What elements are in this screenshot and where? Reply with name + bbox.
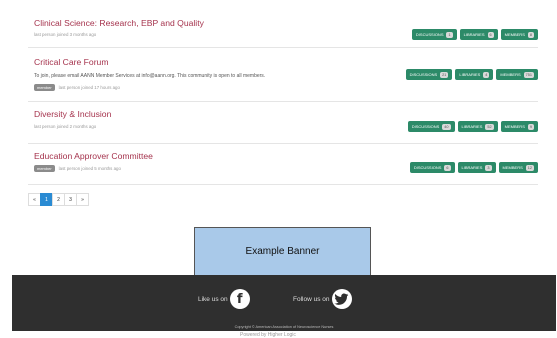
pagination: « 1 2 3 » xyxy=(28,193,89,206)
facebook-link[interactable]: Like us on f xyxy=(198,289,250,309)
community-actions: DISCUSSIONS 1 LIBRARIES 6 MEMBERS 8 xyxy=(411,29,538,40)
members-count: 9 xyxy=(527,123,534,130)
last-joined-text: last person joined 17 hours ago xyxy=(58,85,120,90)
members-button[interactable]: MEMBERS 751 xyxy=(496,69,538,80)
community-row: Diversity & Inclusion last person joined… xyxy=(28,101,538,144)
twitter-link[interactable]: Follow us on xyxy=(293,289,352,309)
members-button[interactable]: MEMBERS 9 xyxy=(500,121,538,132)
member-badge: member xyxy=(34,165,55,172)
community-row: Critical Care Forum To join, please emai… xyxy=(28,47,538,102)
facebook-icon: f xyxy=(229,289,250,309)
libraries-count: 4 xyxy=(483,71,490,78)
community-actions: DISCUSSIONS 40 LIBRARIES 52 MEMBERS 9 xyxy=(407,121,538,132)
members-count: 8 xyxy=(527,31,534,38)
discussions-button[interactable]: DISCUSSIONS 21 xyxy=(405,69,453,80)
last-joined-text: last person joined 3 months ago xyxy=(34,32,97,37)
twitter-bird-svg xyxy=(334,292,349,305)
libraries-label: LIBRARIES xyxy=(463,32,485,37)
banner-text: Example Banner xyxy=(245,246,320,257)
libraries-button[interactable]: LIBRARIES 3 xyxy=(457,162,496,173)
members-count: 12 xyxy=(525,164,534,171)
example-banner[interactable]: Example Banner xyxy=(194,227,371,276)
twitter-bird-icon xyxy=(331,289,352,309)
members-label: MEMBERS xyxy=(502,165,523,170)
community-meta: last person joined 2 months ago xyxy=(34,124,96,129)
discussions-button[interactable]: DISCUSSIONS 1 xyxy=(411,29,457,40)
last-joined-text: last person joined 2 months ago xyxy=(34,124,97,129)
copyright-text: Copyright © American Association of Neur… xyxy=(234,325,334,329)
community-title[interactable]: Education Approver Committee xyxy=(34,151,153,161)
community-row: Clinical Science: Research, EBP and Qual… xyxy=(28,11,538,48)
community-description: To join, please email AANN Member Servic… xyxy=(34,73,266,79)
community-title[interactable]: Diversity & Inclusion xyxy=(34,109,111,119)
community-row: Education Approver Committee member last… xyxy=(28,143,538,185)
last-joined-text: last person joined 5 months ago xyxy=(58,166,121,171)
discussions-label: DISCUSSIONS xyxy=(411,124,440,129)
discussions-count: 21 xyxy=(440,71,449,78)
community-meta: member last person joined 17 hours ago xyxy=(34,84,120,91)
members-button[interactable]: MEMBERS 12 xyxy=(498,162,538,173)
follow-us-label: Follow us on xyxy=(293,295,330,303)
powered-by-text: Powered by Higher Logic xyxy=(240,332,296,338)
community-meta: member last person joined 5 months ago xyxy=(34,165,121,172)
members-button[interactable]: MEMBERS 8 xyxy=(500,29,538,40)
members-label: MEMBERS xyxy=(504,124,525,129)
like-us-label: Like us on xyxy=(198,295,228,303)
discussions-button[interactable]: DISCUSSIONS 40 xyxy=(407,121,455,132)
discussions-count: 40 xyxy=(442,123,451,130)
members-count: 751 xyxy=(523,71,534,78)
site-footer: Like us on f Follow us on Copyright © Am… xyxy=(12,275,556,331)
discussions-label: DISCUSSIONS xyxy=(415,32,444,37)
discussions-button[interactable]: DISCUSSIONS 6 xyxy=(409,162,455,173)
member-badge: member xyxy=(34,84,55,91)
libraries-button[interactable]: LIBRARIES 6 xyxy=(459,29,498,40)
members-label: MEMBERS xyxy=(504,32,525,37)
community-title[interactable]: Critical Care Forum xyxy=(34,57,109,67)
community-title[interactable]: Clinical Science: Research, EBP and Qual… xyxy=(34,18,204,28)
libraries-count: 3 xyxy=(485,164,492,171)
community-actions: DISCUSSIONS 6 LIBRARIES 3 MEMBERS 12 xyxy=(409,162,538,173)
libraries-count: 52 xyxy=(485,123,494,130)
libraries-label: LIBRARIES xyxy=(461,165,483,170)
discussions-count: 1 xyxy=(446,31,453,38)
libraries-button[interactable]: LIBRARIES 52 xyxy=(457,121,498,132)
libraries-label: LIBRARIES xyxy=(461,124,483,129)
discussions-label: DISCUSSIONS xyxy=(409,72,438,77)
libraries-button[interactable]: LIBRARIES 4 xyxy=(455,69,494,80)
members-label: MEMBERS xyxy=(500,72,521,77)
community-meta: last person joined 3 months ago xyxy=(34,32,96,37)
libraries-count: 6 xyxy=(487,31,494,38)
libraries-label: LIBRARIES xyxy=(459,72,481,77)
pager-next[interactable]: » xyxy=(76,193,89,206)
discussions-label: DISCUSSIONS xyxy=(413,165,442,170)
community-actions: DISCUSSIONS 21 LIBRARIES 4 MEMBERS 751 xyxy=(405,69,538,80)
discussions-count: 6 xyxy=(444,164,451,171)
